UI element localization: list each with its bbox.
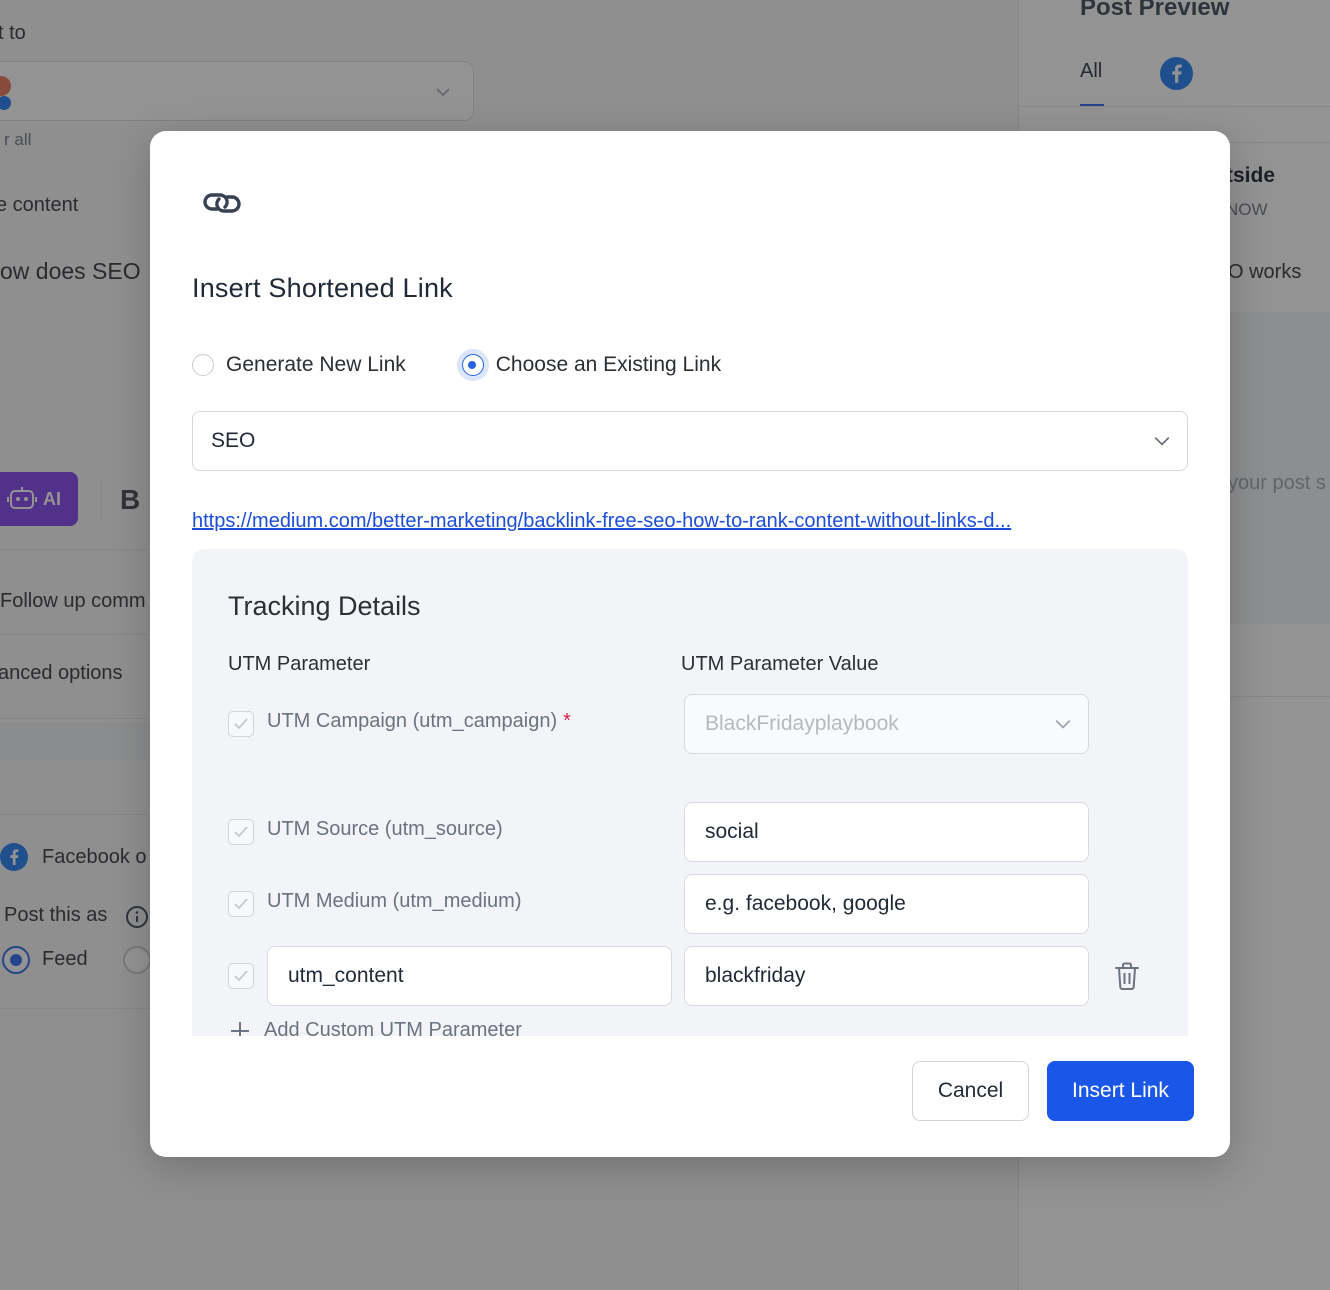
radio-label: Generate New Link bbox=[226, 353, 406, 376]
plus-icon bbox=[231, 1021, 249, 1036]
insert-link-modal: Insert Shortened Link Generate New Link … bbox=[150, 131, 1230, 1157]
generate-new-link-radio[interactable] bbox=[192, 354, 214, 376]
link-icon bbox=[203, 193, 241, 213]
check-icon bbox=[234, 826, 248, 838]
utm-parameter-value-header: UTM Parameter Value bbox=[681, 653, 879, 675]
utm-custom-value-input[interactable]: blackfriday bbox=[684, 946, 1089, 1006]
radio-label: Choose an Existing Link bbox=[495, 353, 722, 376]
check-icon bbox=[234, 718, 248, 730]
generate-new-link-option[interactable]: Generate New Link bbox=[192, 353, 406, 377]
tracking-details-section: Tracking Details UTM Parameter UTM Param… bbox=[192, 549, 1188, 1036]
utm-campaign-select[interactable]: BlackFridayplaybook bbox=[684, 694, 1089, 754]
utm-source-row: UTM Source (utm_source) social bbox=[228, 802, 1148, 862]
check-icon bbox=[234, 898, 248, 910]
check-icon bbox=[234, 970, 248, 982]
required-marker: * bbox=[563, 710, 571, 732]
choose-existing-link-radio[interactable] bbox=[461, 354, 484, 376]
utm-parameter-header: UTM Parameter bbox=[228, 653, 371, 675]
existing-link-select-value: SEO bbox=[211, 429, 256, 452]
utm-custom-key-input[interactable]: utm_content bbox=[267, 946, 672, 1006]
existing-link-select[interactable]: SEO bbox=[192, 411, 1188, 471]
utm-campaign-value: BlackFridayplaybook bbox=[705, 712, 899, 735]
utm-medium-row: UTM Medium (utm_medium) e.g. facebook, g… bbox=[228, 874, 1148, 934]
utm-medium-checkbox[interactable] bbox=[228, 891, 254, 917]
utm-custom-row: utm_content blackfriday bbox=[228, 946, 1148, 1006]
utm-source-checkbox[interactable] bbox=[228, 819, 254, 845]
utm-campaign-label: UTM Campaign (utm_campaign) * bbox=[267, 710, 571, 733]
utm-source-label: UTM Source (utm_source) bbox=[267, 818, 503, 840]
chevron-down-icon bbox=[1154, 437, 1170, 446]
insert-link-button[interactable]: Insert Link bbox=[1047, 1061, 1194, 1121]
add-custom-utm-button[interactable]: Add Custom UTM Parameter bbox=[230, 1019, 522, 1036]
cancel-button[interactable]: Cancel bbox=[912, 1061, 1029, 1121]
link-mode-radio-group: Generate New Link Choose an Existing Lin… bbox=[192, 353, 721, 377]
utm-source-input[interactable]: social bbox=[684, 802, 1089, 862]
chevron-down-icon bbox=[1055, 720, 1071, 729]
add-custom-utm-label: Add Custom UTM Parameter bbox=[264, 1019, 522, 1036]
trash-icon[interactable] bbox=[1114, 961, 1140, 991]
utm-campaign-row: UTM Campaign (utm_campaign) * BlackFriday… bbox=[228, 694, 1148, 754]
utm-medium-label: UTM Medium (utm_medium) bbox=[267, 890, 522, 912]
tracking-details-title: Tracking Details bbox=[228, 591, 421, 621]
modal-title: Insert Shortened Link bbox=[192, 273, 453, 303]
choose-existing-link-option[interactable]: Choose an Existing Link bbox=[461, 353, 722, 377]
utm-campaign-label-text: UTM Campaign (utm_campaign) bbox=[267, 710, 558, 732]
utm-custom-checkbox[interactable] bbox=[228, 963, 254, 989]
utm-medium-input[interactable]: e.g. facebook, google bbox=[684, 874, 1089, 934]
selected-link-url[interactable]: https://medium.com/better-marketing/back… bbox=[192, 510, 1188, 533]
utm-campaign-checkbox[interactable] bbox=[228, 711, 254, 737]
